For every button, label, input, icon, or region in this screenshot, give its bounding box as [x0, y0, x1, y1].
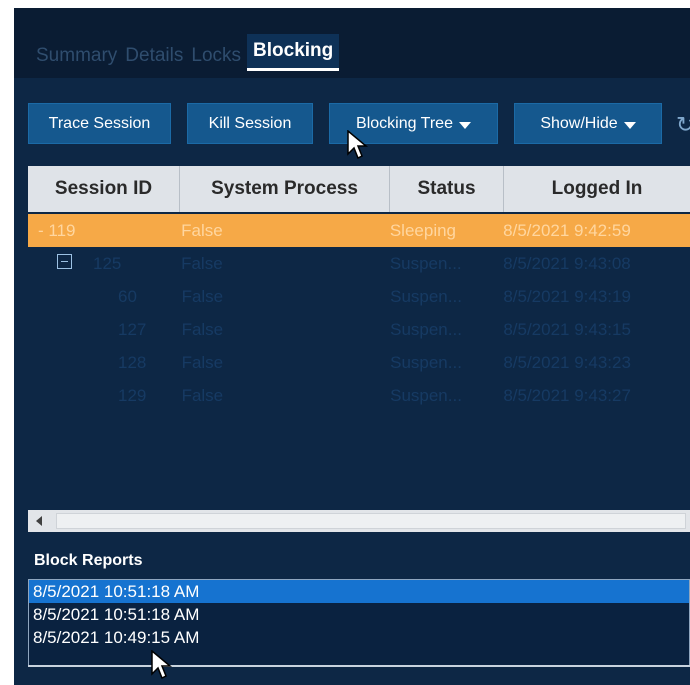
table-row[interactable]: 128 False Suspen... 8/5/2021 9:43:23: [28, 346, 690, 379]
chevron-down-icon: [623, 121, 636, 129]
collapse-icon[interactable]: [57, 254, 72, 269]
cell-system-process: False: [181, 385, 224, 405]
cell-status: Sleeping: [389, 220, 457, 240]
table-row[interactable]: 129 False Suspen... 8/5/2021 9:43:27: [28, 379, 690, 412]
mouse-cursor-icon: [347, 130, 368, 160]
cell-session-id: 128: [118, 352, 147, 372]
table-row[interactable]: 125 False Suspen... 8/5/2021 9:43:08: [28, 247, 690, 280]
tab-locks[interactable]: Locks: [189, 41, 243, 71]
cell-logged-in: 8/5/2021 9:43:27: [503, 385, 631, 405]
cell-session-id: 127: [118, 319, 147, 339]
cell-status: Suspen...: [390, 286, 462, 306]
cell-system-process: False: [181, 220, 223, 240]
cell-status: Suspen...: [390, 385, 462, 405]
table-row[interactable]: 60 False Suspen... 8/5/2021 9:43:19: [28, 280, 690, 313]
scroll-left-icon[interactable]: [36, 516, 42, 526]
session-grid-rows: - 119 False Sleeping 8/5/2021 9:42:59 12…: [28, 214, 690, 412]
column-header-status[interactable]: Status: [390, 166, 504, 212]
cell-system-process: False: [181, 319, 224, 339]
show-hide-button[interactable]: Show/Hide: [514, 103, 662, 144]
list-item[interactable]: 8/5/2021 10:51:18 AM: [29, 603, 689, 626]
list-item[interactable]: 8/5/2021 10:51:18 AM: [29, 580, 689, 603]
show-hide-label: Show/Hide: [540, 114, 618, 132]
trace-session-button[interactable]: Trace Session: [28, 103, 171, 144]
column-header-system-process[interactable]: System Process: [180, 166, 390, 212]
tab-bar: Summary Details Locks Blocking: [34, 34, 343, 71]
chevron-down-icon: [458, 121, 471, 129]
cell-logged-in: 8/5/2021 9:43:23: [503, 352, 631, 372]
list-bottom-border: [28, 665, 690, 667]
cell-session-id: 125: [93, 253, 122, 273]
cell-session-id: 60: [118, 286, 137, 306]
cell-logged-in: 8/5/2021 9:43:08: [503, 253, 631, 273]
cell-session-id: - 119: [38, 220, 76, 240]
cell-logged-in: 8/5/2021 9:43:19: [503, 286, 631, 306]
cell-session-id-container: 125: [28, 247, 179, 280]
cell-system-process: False: [181, 253, 223, 273]
cell-status: Suspen...: [390, 319, 462, 339]
tab-details[interactable]: Details: [123, 41, 185, 71]
kill-session-button[interactable]: Kill Session: [187, 103, 313, 144]
cell-session-id: 129: [118, 385, 147, 405]
table-row[interactable]: - 119 False Sleeping 8/5/2021 9:42:59: [28, 214, 690, 247]
refresh-icon[interactable]: ↻: [676, 112, 690, 136]
block-reports-title: Block Reports: [34, 552, 143, 569]
cell-status: Suspen...: [389, 253, 462, 273]
cell-status: Suspen...: [390, 352, 462, 372]
mouse-cursor-icon: [151, 650, 172, 680]
scrollbar-thumb[interactable]: [56, 513, 686, 529]
block-reports-list[interactable]: 8/5/2021 10:51:18 AM 8/5/2021 10:51:18 A…: [28, 579, 690, 667]
grid-header: Session ID System Process Status Logged …: [28, 166, 690, 212]
list-item[interactable]: 8/5/2021 10:49:15 AM: [29, 626, 689, 649]
horizontal-scrollbar[interactable]: [28, 510, 690, 532]
kill-session-label: Kill Session: [208, 114, 292, 132]
trace-session-label: Trace Session: [48, 114, 151, 132]
column-header-logged-in[interactable]: Logged In: [504, 166, 690, 212]
cell-system-process: False: [181, 286, 224, 306]
table-row[interactable]: 127 False Suspen... 8/5/2021 9:43:15: [28, 313, 690, 346]
cell-logged-in: 8/5/2021 9:42:59: [503, 220, 631, 240]
cell-logged-in: 8/5/2021 9:43:15: [503, 319, 631, 339]
blocking-tree-label: Blocking Tree: [356, 114, 453, 132]
tab-blocking[interactable]: Blocking: [247, 34, 340, 71]
tab-summary[interactable]: Summary: [34, 41, 119, 71]
cell-system-process: False: [181, 352, 224, 372]
column-header-session-id[interactable]: Session ID: [28, 166, 180, 212]
